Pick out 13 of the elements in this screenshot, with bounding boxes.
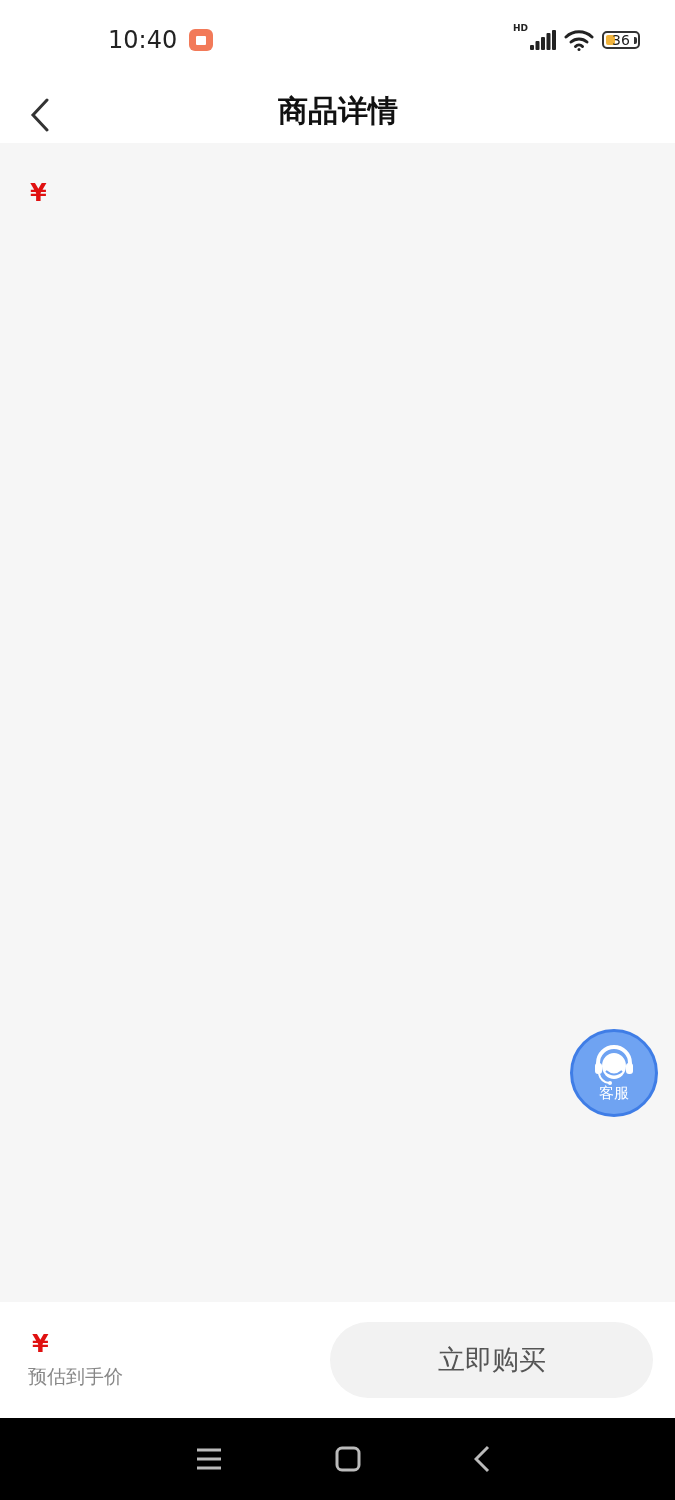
headset-icon (592, 1043, 636, 1086)
network-type-label: HD (513, 23, 528, 33)
signal-icon (530, 30, 556, 50)
home-icon (334, 1446, 361, 1472)
app-notification-icon (189, 29, 214, 51)
back-icon (473, 1445, 490, 1473)
estimated-price-label: 预估到手价 (28, 1364, 124, 1389)
menu-icon (195, 1448, 222, 1470)
price-symbol: ¥ (32, 1330, 50, 1358)
price-symbol: ¥ (30, 179, 47, 207)
status-time: 10:40 (108, 26, 178, 54)
wifi-icon (564, 29, 594, 51)
page-title: 商品详情 (277, 92, 398, 130)
